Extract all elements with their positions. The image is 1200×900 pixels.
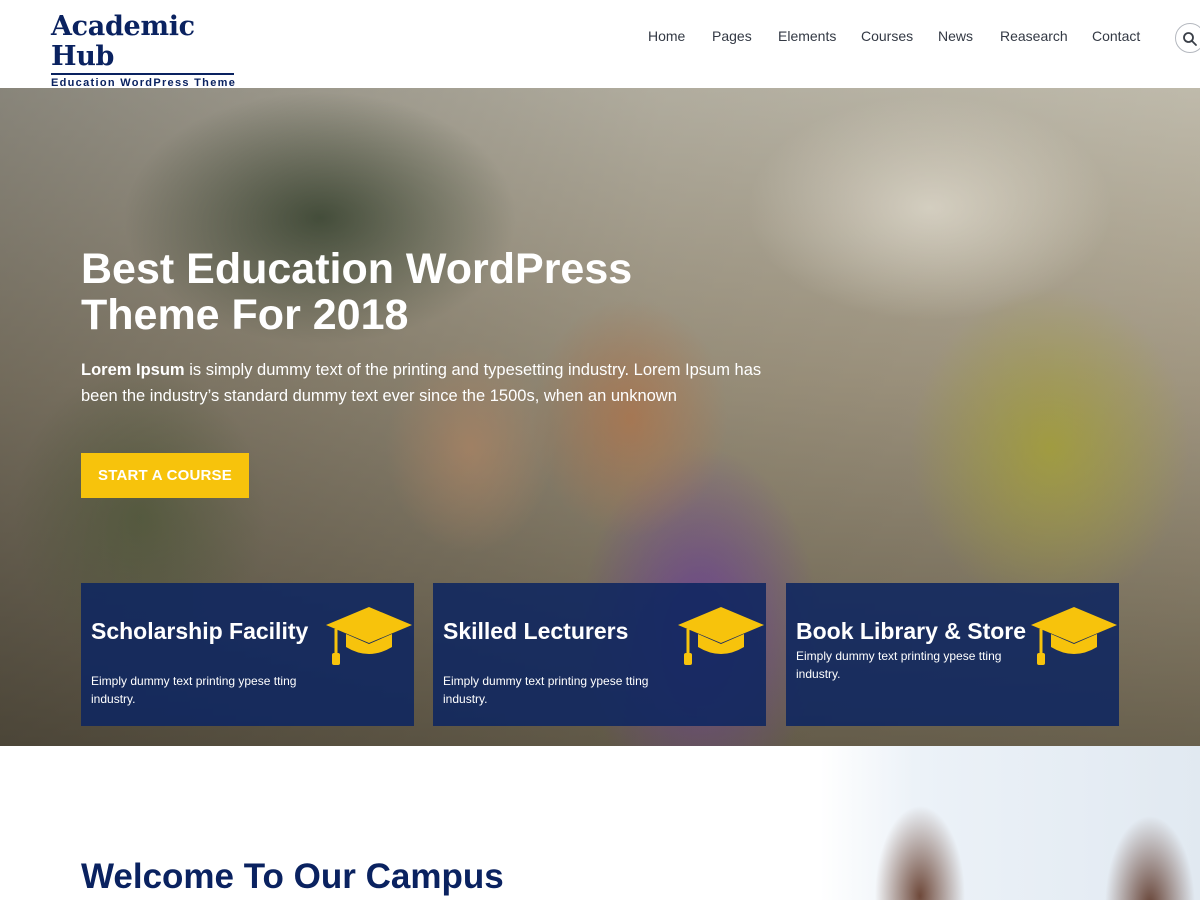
main-nav: Home Pages Elements Courses News Reasear… [0, 27, 1200, 47]
nav-item-elements[interactable]: Elements [778, 27, 836, 45]
start-course-button[interactable]: START A COURSE [81, 453, 249, 498]
nav-item-contact[interactable]: Contact [1092, 27, 1140, 45]
nav-item-home[interactable]: Home [648, 27, 685, 45]
graduation-cap-icon [1031, 607, 1117, 665]
nav-item-pages[interactable]: Pages [712, 27, 752, 45]
feature-title: Book Library & Store [796, 618, 1027, 644]
graduation-cap-icon [678, 607, 764, 665]
welcome-title: Welcome To Our Campus [81, 857, 504, 896]
nav-item-research[interactable]: Reasearch [1000, 27, 1068, 45]
hero-text-bold: Lorem Ipsum [81, 361, 185, 379]
search-button[interactable] [1175, 23, 1200, 53]
site-header: Academic Hub Education WordPress Theme H… [0, 0, 1200, 89]
feature-card-scholarship[interactable]: Scholarship Facility Eimply dummy text p… [81, 583, 414, 726]
welcome-section: Welcome To Our Campus [0, 746, 1200, 900]
feature-title: Skilled Lecturers [443, 618, 629, 644]
graduation-cap-icon [326, 607, 412, 665]
hero-banner: Best Education WordPress Theme For 2018 … [0, 88, 1200, 746]
logo-divider [51, 73, 234, 75]
search-icon [1183, 32, 1197, 46]
hero-title: Best Education WordPress Theme For 2018 [81, 245, 633, 339]
hero-text: Lorem Ipsum is simply dummy text of the … [81, 357, 791, 409]
campus-photo [820, 746, 1200, 900]
feature-text: Eimply dummy text printing ypese tting i… [91, 674, 297, 706]
site-logo[interactable]: Academic Hub Education WordPress Theme [51, 12, 241, 89]
feature-title: Scholarship Facility [91, 618, 309, 644]
hero-content: Best Education WordPress Theme For 2018 … [81, 246, 801, 409]
nav-item-news[interactable]: News [938, 27, 973, 45]
nav-item-courses[interactable]: Courses [861, 27, 913, 45]
feature-text: Eimply dummy text printing ypese tting i… [796, 649, 1002, 681]
feature-text: Eimply dummy text printing ypese tting i… [443, 674, 649, 706]
feature-card-lecturers[interactable]: Skilled Lecturers Eimply dummy text prin… [433, 583, 766, 726]
feature-card-library[interactable]: Book Library & Store Eimply dummy text p… [786, 583, 1119, 726]
